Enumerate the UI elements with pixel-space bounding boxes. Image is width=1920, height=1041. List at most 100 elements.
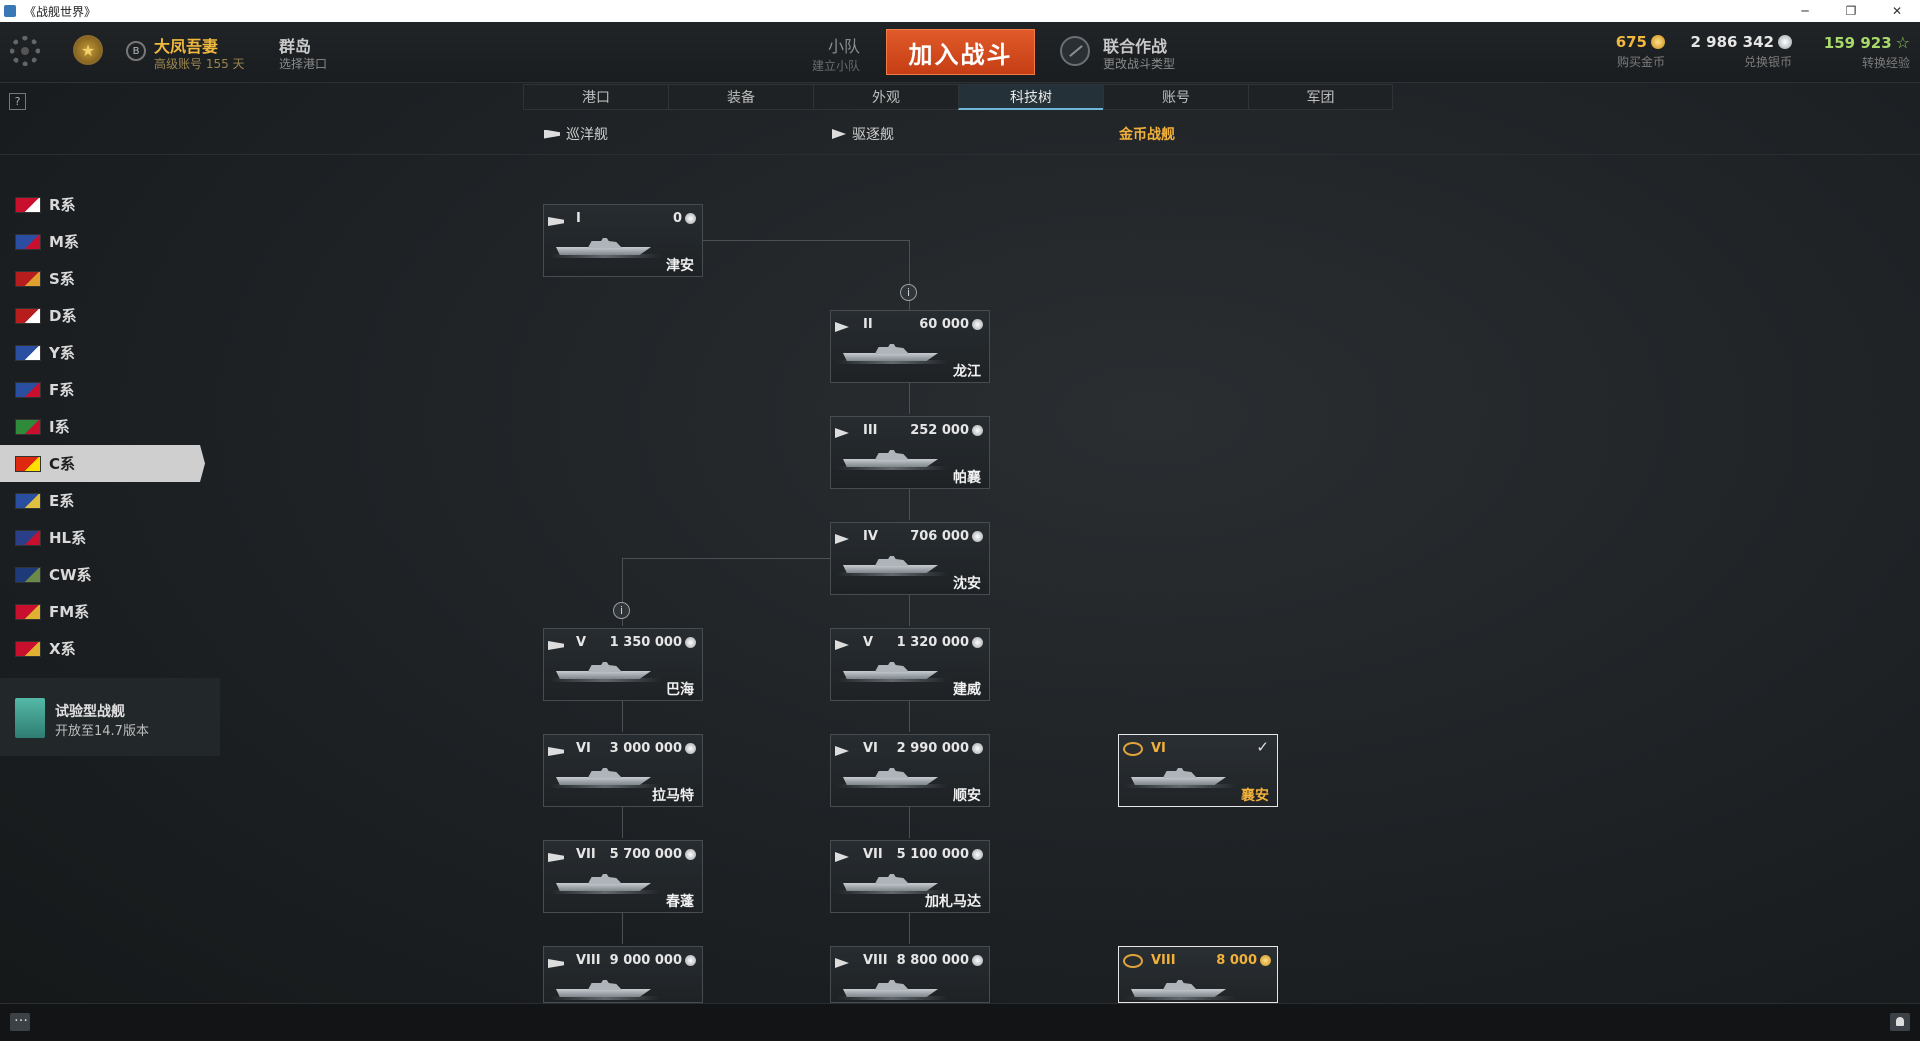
ship-name: 巴海	[666, 682, 694, 698]
filter-destroyers-label: 驱逐舰	[852, 127, 894, 143]
port-selector-subtitle[interactable]: 选择港口	[279, 55, 327, 72]
ship-card[interactable]: V 1 350 000 巴海	[543, 628, 703, 701]
branch-info-icon[interactable]: i	[900, 284, 917, 301]
player-name[interactable]: 大凤吾妻	[154, 33, 218, 57]
ship-image	[837, 553, 947, 576]
book-icon	[15, 698, 45, 738]
ship-tier: VIII	[1151, 953, 1176, 968]
ship-image	[550, 659, 660, 682]
tree-connector	[702, 240, 910, 241]
nation-item[interactable]: HL系	[0, 519, 220, 556]
ship-cost-value: 252 000	[910, 423, 969, 438]
ship-card[interactable]: IV 706 000 沈安	[830, 522, 990, 595]
premium-class-icon	[1123, 741, 1143, 760]
experimental-ships-panel[interactable]: 试验型战舰 开放至14.7版本	[0, 678, 220, 756]
squad-button[interactable]: 小队 建立小队	[790, 33, 860, 74]
nation-flag-icon	[15, 196, 41, 213]
help-button[interactable]: ?	[9, 93, 26, 110]
bottom-bar	[0, 1003, 1920, 1041]
destroyer-class-icon	[832, 129, 846, 139]
settings-gear-icon[interactable]	[10, 36, 40, 66]
ship-tier: II	[863, 317, 873, 332]
silver-coin-icon	[685, 213, 696, 224]
ship-tier: III	[863, 423, 878, 438]
ship-card[interactable]: VII 5 700 000 春蓬	[543, 840, 703, 913]
ship-cost: 2 990 000	[897, 741, 983, 756]
ship-cost: 5 100 000	[897, 847, 983, 862]
nation-item[interactable]: D系	[0, 297, 220, 334]
rank-emblem-icon[interactable]: ★	[73, 35, 103, 65]
tab-armory[interactable]: 装备	[668, 84, 813, 110]
nation-item[interactable]: X系	[0, 630, 220, 667]
gold-label: 购买金币	[1616, 55, 1665, 69]
ship-name: 襄安	[1241, 788, 1269, 804]
close-icon[interactable]: ✕	[1874, 0, 1920, 22]
notification-bell-icon[interactable]	[1890, 1013, 1910, 1031]
filter-cruisers-label: 巡洋舰	[566, 127, 608, 143]
ship-image	[837, 659, 947, 682]
ship-name: 顺安	[953, 788, 981, 804]
ship-card[interactable]: III 252 000 帕襄	[830, 416, 990, 489]
level-badge: B	[126, 41, 146, 61]
ship-card[interactable]: VIII 8 800 000	[830, 946, 990, 1003]
silver-balance[interactable]: 2 986 342 兑换银币	[1690, 33, 1792, 70]
gold-coin-icon	[1260, 955, 1271, 966]
nation-item[interactable]: S系	[0, 260, 220, 297]
nation-item[interactable]: Y系	[0, 334, 220, 371]
join-battle-button[interactable]: 加入战斗	[886, 29, 1035, 75]
ship-card[interactable]: VIII 9 000 000	[543, 946, 703, 1003]
window-title: 《战舰世界》	[24, 4, 97, 19]
tab-clan[interactable]: 军团	[1248, 84, 1393, 110]
ship-card[interactable]: VI 2 990 000 顺安	[830, 734, 990, 807]
ship-cost: 3 000 000	[610, 741, 696, 756]
star-icon: ☆	[1895, 33, 1910, 52]
gold-balance[interactable]: 675 购买金币	[1616, 33, 1665, 70]
ship-cost-value: 9 000 000	[609, 953, 682, 968]
branch-info-icon[interactable]: i	[613, 602, 630, 619]
experimental-ships-subtitle: 开放至14.7版本	[55, 724, 149, 739]
squad-subtitle: 建立小队	[811, 59, 860, 73]
ship-tier: VII	[576, 847, 596, 862]
tab-tech-tree[interactable]: 科技树	[958, 84, 1103, 110]
chat-icon[interactable]	[10, 1009, 30, 1031]
main-tabs: 港口 装备 外观 科技树 账号 军团	[523, 84, 1393, 110]
ship-image	[1125, 765, 1235, 788]
tree-connector	[909, 700, 910, 732]
ship-card[interactable]: I 0 津安	[543, 204, 703, 277]
ship-card[interactable]: II 60 000 龙江	[830, 310, 990, 383]
tab-port[interactable]: 港口	[523, 84, 668, 110]
nation-item[interactable]: FM系	[0, 593, 220, 630]
tab-appearance[interactable]: 外观	[813, 84, 958, 110]
ship-card[interactable]: VIII 8 000	[1118, 946, 1278, 1003]
restore-icon[interactable]: ❐	[1828, 0, 1874, 22]
battle-mode-title[interactable]: 联合作战	[1103, 33, 1167, 57]
nation-item[interactable]: C系	[0, 445, 205, 482]
battle-mode-subtitle[interactable]: 更改战斗类型	[1103, 55, 1175, 72]
destroyer-class-icon	[835, 635, 849, 654]
ship-tier: VII	[863, 847, 883, 862]
minimize-icon[interactable]: ─	[1782, 0, 1828, 22]
nation-item[interactable]: M系	[0, 223, 220, 260]
ship-cost-value: 2 990 000	[896, 741, 969, 756]
nation-flag-icon	[15, 270, 41, 287]
battle-mode-icon[interactable]	[1060, 36, 1090, 66]
nation-flag-icon	[15, 418, 41, 435]
window-controls: ─ ❐ ✕	[1782, 0, 1920, 22]
tree-connector	[622, 558, 830, 559]
nation-item[interactable]: I系	[0, 408, 220, 445]
nation-item[interactable]: CW系	[0, 556, 220, 593]
free-xp-balance[interactable]: 159 923 ☆ 转换经验	[1824, 33, 1910, 71]
tab-account[interactable]: 账号	[1103, 84, 1248, 110]
ship-card[interactable]: VI ✓ 襄安	[1118, 734, 1278, 807]
port-selector-title[interactable]: 群岛	[279, 33, 311, 57]
ship-card[interactable]: VII 5 100 000 加札马达	[830, 840, 990, 913]
filter-destroyers[interactable]: 驱逐舰	[832, 124, 894, 144]
nation-item[interactable]: F系	[0, 371, 220, 408]
ship-card[interactable]: VI 3 000 000 拉马特	[543, 734, 703, 807]
filter-premium-ships[interactable]: 金币战舰	[1119, 124, 1175, 144]
nation-label: F系	[49, 381, 75, 399]
nation-item[interactable]: R系	[0, 186, 220, 223]
nation-item[interactable]: E系	[0, 482, 220, 519]
ship-card[interactable]: V 1 320 000 建威	[830, 628, 990, 701]
filter-cruisers[interactable]: 巡洋舰	[544, 124, 608, 144]
